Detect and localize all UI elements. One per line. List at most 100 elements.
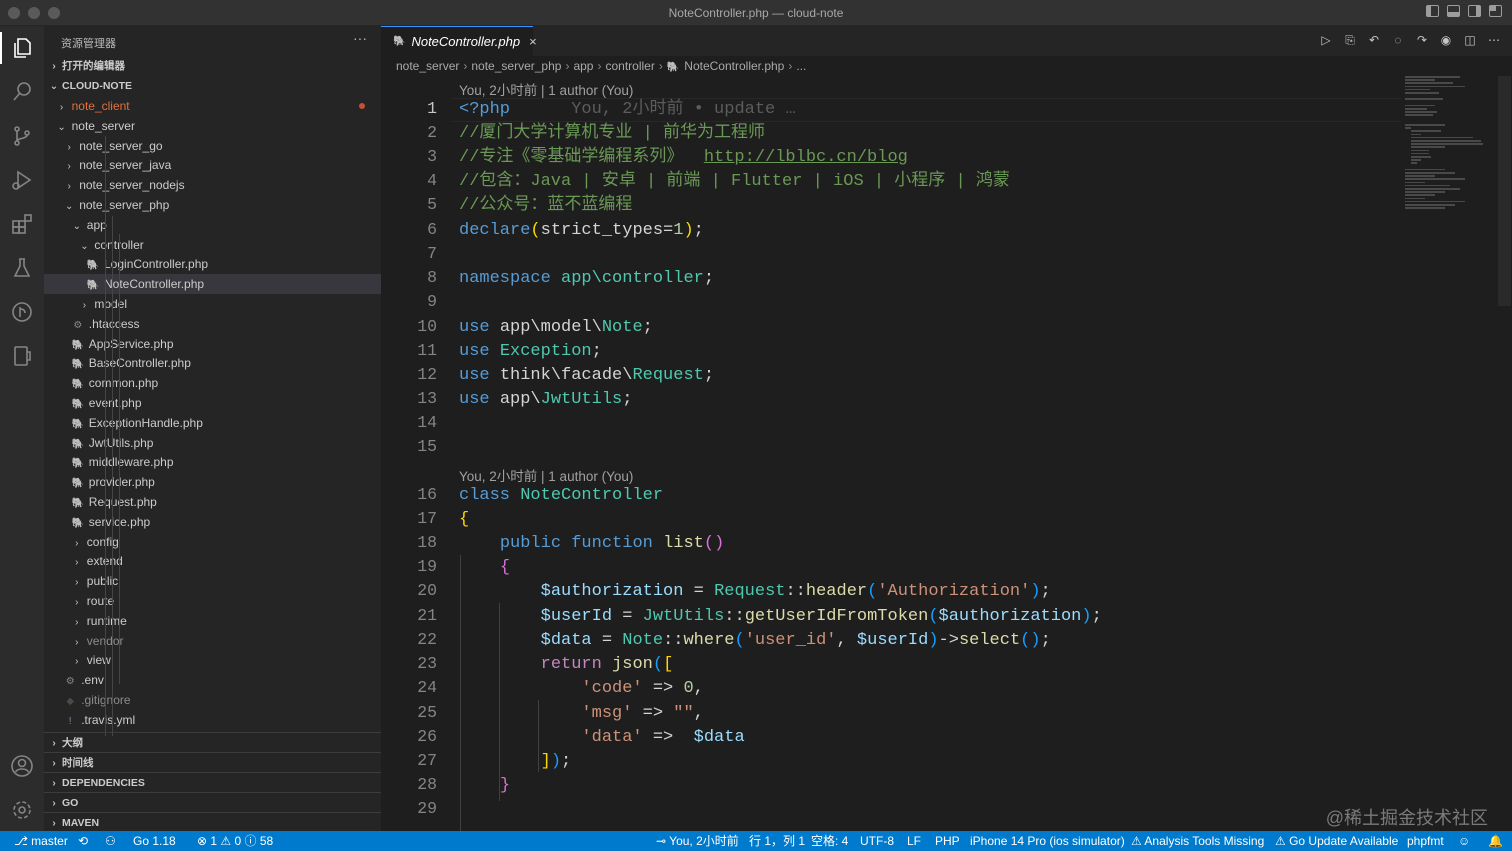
code-line-18: public function list() (499, 534, 725, 553)
cursor-position[interactable]: 行 1，列 1 (749, 831, 805, 851)
language-mode[interactable]: PHP (935, 831, 960, 851)
tree-item[interactable]: › model (44, 294, 381, 314)
tree-item[interactable]: ! .travis.yml (44, 710, 381, 730)
tree-item[interactable]: › public (44, 571, 381, 591)
breadcrumb-item[interactable]: controller (605, 59, 654, 73)
blame-indicator[interactable]: ⊸ You, 2小时前 (656, 831, 739, 851)
encoding[interactable]: UTF-8 (860, 831, 894, 851)
maven-section[interactable]: › MAVEN (44, 812, 381, 833)
run-debug-icon[interactable] (0, 158, 44, 202)
tree-item[interactable]: ⌄ note_server (44, 116, 381, 136)
extensions-icon[interactable] (0, 202, 44, 246)
tree-item[interactable]: › route (44, 591, 381, 611)
tree-item[interactable]: 🐘service.php (44, 512, 381, 532)
breadcrumb-item[interactable]: app (573, 59, 593, 73)
end-of-line[interactable]: LF (907, 831, 921, 851)
open-editors-section[interactable]: › 打开的编辑器 (44, 56, 381, 76)
git-lens-icon[interactable]: ◉ (1438, 32, 1454, 48)
codelens-authors[interactable]: You, 2小时前 | 1 author (You) (459, 465, 633, 485)
code-link[interactable]: http://lblbc.cn/blog (704, 148, 908, 167)
more-actions-icon[interactable]: ⋯ (1486, 32, 1502, 48)
vertical-scrollbar[interactable] (1498, 76, 1511, 306)
toggle-panel-icon[interactable] (1447, 5, 1460, 17)
tree-item[interactable]: 🐘 middleware.php (44, 452, 381, 472)
source-control-icon[interactable] (0, 114, 44, 158)
tree-item[interactable]: 🐘 Request.php (44, 492, 381, 512)
workspace-section[interactable]: ⌄ CLOUD-NOTE (44, 76, 381, 96)
git-history-icon[interactable] (0, 290, 44, 334)
tree-item[interactable]: ⌄controller (44, 235, 381, 255)
previous-change-icon[interactable]: ◌ (1390, 32, 1406, 48)
toggle-secondary-sidebar-icon[interactable] (1468, 5, 1481, 17)
tree-item[interactable]: › note_client (44, 96, 381, 116)
tree-item[interactable]: ⌄ app (44, 215, 381, 235)
breadcrumb-item[interactable]: NoteController.php (684, 59, 784, 73)
remote-explorer-icon[interactable] (0, 334, 44, 378)
tree-item[interactable]: ⚙ .htaccess (44, 314, 381, 334)
tree-item-label: event.php (88, 396, 142, 410)
close-tab-icon[interactable]: × (529, 34, 537, 49)
indentation[interactable]: 空格: 4 (811, 831, 848, 851)
timeline-section[interactable]: › 时间线 (44, 752, 381, 773)
device-selector[interactable]: iPhone 14 Pro (ios simulator) (970, 831, 1125, 851)
tree-item[interactable]: › config (44, 532, 381, 552)
modified-dot-icon (359, 103, 365, 109)
line-number: 1 (427, 99, 437, 118)
breadcrumb-item[interactable]: note_server_php (471, 59, 561, 73)
code-editor[interactable]: You, 2小时前 | 1 author (You) You, 2小时前 | 1… (381, 76, 1401, 831)
tree-item[interactable]: › note_server_nodejs (44, 175, 381, 195)
codelens-authors[interactable]: You, 2小时前 | 1 author (You) (459, 79, 633, 99)
tree-item[interactable]: › note_server_go (44, 136, 381, 156)
tree-item[interactable]: › note_server_java (44, 155, 381, 175)
go-version[interactable]: Go 1.18 (133, 831, 176, 851)
search-icon[interactable] (0, 70, 44, 114)
tree-item[interactable]: 🐘 NoteController.php (44, 274, 381, 295)
manage-gear-icon[interactable] (0, 788, 44, 832)
feedback-icon[interactable]: ☺ (1458, 831, 1470, 851)
tree-item[interactable]: 🐘 BaseController.php (44, 353, 381, 373)
tree-item[interactable]: ›vendor (44, 631, 381, 651)
tree-item-label: .htaccess (88, 316, 140, 331)
tree-item[interactable]: 🐘 LoginController.php (44, 254, 381, 274)
remote-icon[interactable]: ⚇ (105, 831, 116, 851)
minimap[interactable] (1405, 76, 1500, 216)
outline-section[interactable]: › 大纲 (44, 732, 381, 753)
go-back-icon[interactable]: ↶ (1366, 32, 1382, 48)
tree-item[interactable]: 🐘 event.php (44, 393, 381, 413)
customize-layout-icon[interactable] (1489, 5, 1502, 17)
tree-item[interactable]: 🐘 common.php (44, 373, 381, 393)
dependencies-section[interactable]: › DEPENDENCIES (44, 772, 381, 793)
explorer-icon[interactable] (0, 26, 44, 70)
tree-indent-guide (112, 216, 113, 736)
tree-item[interactable]: › runtime (44, 611, 381, 631)
line-number: 20 (417, 581, 437, 600)
formatter[interactable]: phpfmt (1407, 831, 1444, 851)
toggle-primary-sidebar-icon[interactable] (1426, 5, 1439, 17)
tree-item[interactable]: ⚙ .env (44, 670, 381, 690)
testing-icon[interactable] (0, 246, 44, 290)
open-changes-icon[interactable]: ⎘ (1342, 32, 1358, 48)
tree-item[interactable]: › view (44, 650, 381, 670)
tree-item[interactable]: 🐘 ExceptionHandle.php (44, 413, 381, 433)
problems-indicator[interactable]: ⊗ 1 ⚠ 0 ⓘ 58 (197, 831, 273, 851)
tree-item[interactable]: ›extend (44, 551, 381, 571)
notifications-bell-icon[interactable]: 🔔 (1488, 831, 1503, 851)
go-section[interactable]: › GO (44, 792, 381, 813)
accounts-icon[interactable] (0, 744, 44, 788)
more-actions-icon[interactable]: ··· (353, 30, 367, 46)
go-update-warning[interactable]: ⚠ Go Update Available (1275, 831, 1398, 851)
tab-notecontroller[interactable]: 🐘 NoteController.php × (381, 26, 537, 56)
tree-item[interactable]: 🐘 AppService.php (44, 334, 381, 354)
tree-item[interactable]: ◆.gitignore (44, 690, 381, 710)
next-change-icon[interactable]: ↷ (1414, 32, 1430, 48)
analysis-tools-warning[interactable]: ⚠ Analysis Tools Missing (1131, 831, 1264, 851)
branch-indicator[interactable]: ⎇ master (14, 831, 68, 851)
sync-icon[interactable]: ⟲ (78, 831, 88, 851)
run-icon[interactable]: ▷ (1318, 32, 1334, 48)
tree-item[interactable]: ⌄ note_server_php (44, 195, 381, 215)
breadcrumb-item[interactable]: note_server (396, 59, 459, 73)
tree-item[interactable]: 🐘 JwtUtils.php (44, 433, 381, 453)
breadcrumb-item[interactable]: ... (796, 59, 806, 73)
tree-item[interactable]: 🐘 provider.php (44, 472, 381, 492)
split-editor-icon[interactable]: ◫ (1462, 32, 1478, 48)
